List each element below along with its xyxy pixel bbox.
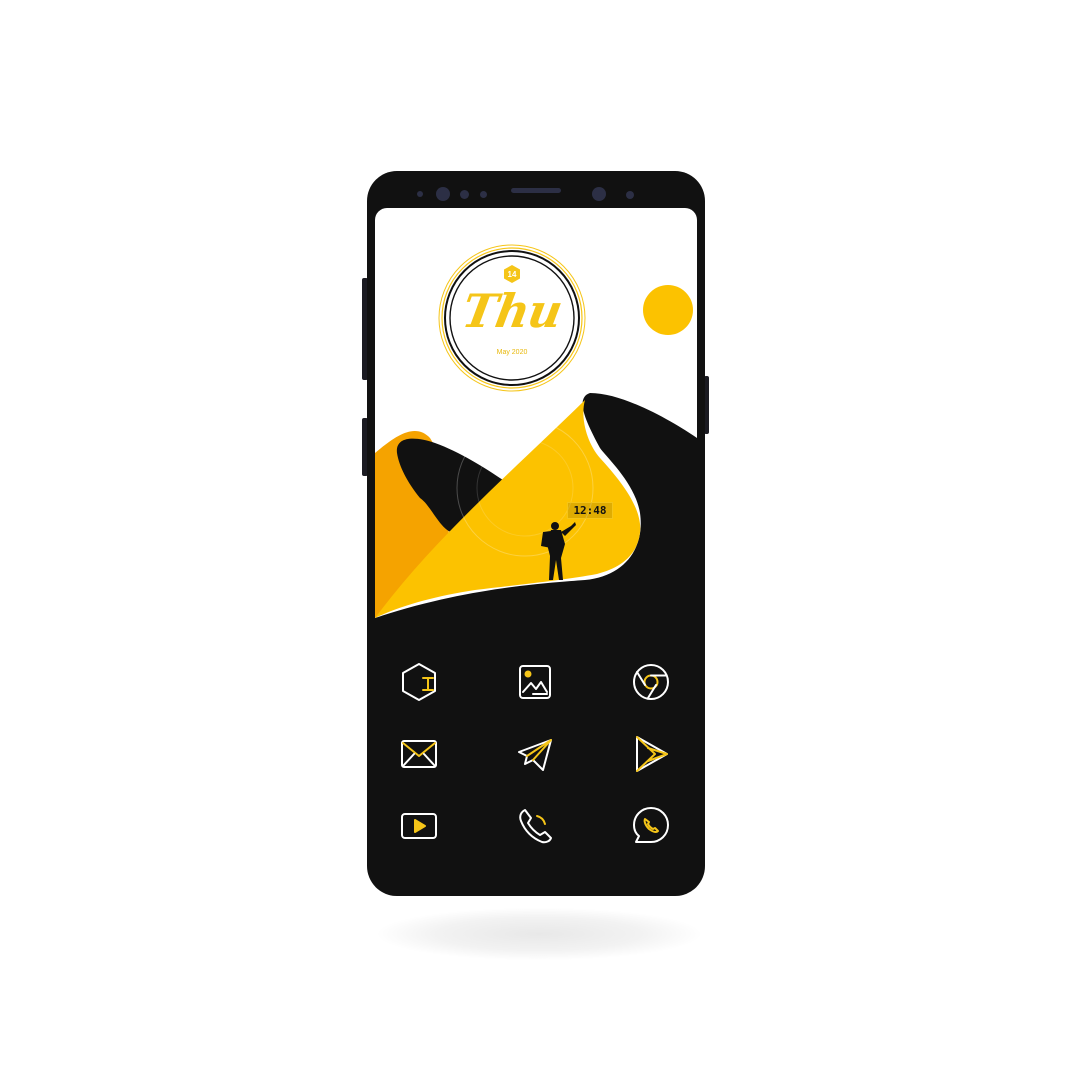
youtube-icon[interactable] — [397, 804, 441, 848]
phone-icon[interactable] — [513, 804, 557, 848]
play-store-icon[interactable] — [629, 732, 673, 776]
gallery-icon[interactable] — [513, 660, 557, 704]
phone-frame: 14 Thu May 2020 12:48 — [367, 171, 705, 896]
date-number: 14 — [507, 269, 517, 279]
home-screen: 14 Thu May 2020 12:48 — [375, 208, 697, 896]
whatsapp-icon[interactable] — [629, 804, 673, 848]
earpiece-speaker — [511, 188, 561, 193]
sensor-icon — [626, 191, 634, 199]
front-camera-icon — [592, 187, 606, 201]
day-name: Thu — [458, 284, 566, 338]
date-badge: 14 — [502, 264, 522, 284]
iris-scanner-icon — [436, 187, 450, 201]
date-widget[interactable]: 14 Thu May 2020 — [438, 244, 586, 392]
sensor-icon — [417, 191, 423, 197]
month-year: May 2020 — [496, 349, 528, 356]
mail-icon[interactable] — [397, 732, 441, 776]
chrome-icon[interactable] — [629, 660, 673, 704]
phone-top-bezel — [367, 171, 705, 209]
launcher-icon[interactable] — [397, 660, 441, 704]
sensor-icon — [460, 190, 469, 199]
sensor-icon — [480, 191, 487, 198]
phone-shadow — [378, 908, 700, 960]
telegram-icon[interactable] — [513, 732, 557, 776]
clock-widget[interactable]: 12:48 — [567, 502, 613, 519]
